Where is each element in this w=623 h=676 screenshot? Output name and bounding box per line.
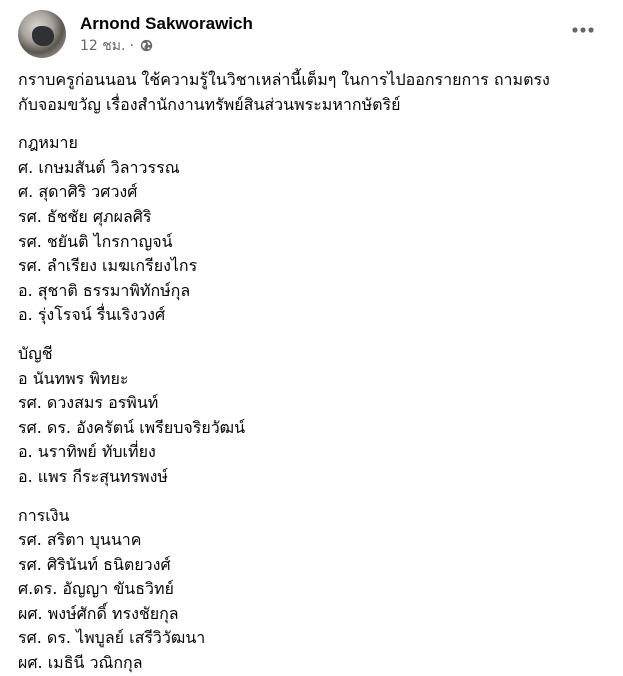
avatar[interactable]: [18, 10, 66, 58]
section-heading: กฎหมาย: [18, 133, 78, 153]
post-header: Arnond Sakworawich 12 ชม. ·: [18, 10, 253, 58]
more-dots-icon: [572, 27, 594, 33]
globe-icon[interactable]: [140, 39, 153, 52]
intro-line: กราบครูก่อนนอน ใช้ความรู้ในวิชาเหล่านี้เ…: [18, 70, 550, 89]
list-item: รศ. สริตา บุนนาค: [18, 530, 142, 550]
intro-line: กับจอมขวัญ เรื่องสำนักงานทรัพย์สินส่วนพร…: [18, 94, 401, 114]
list-item: อ. นราทิพย์ ทับเที่ยง: [18, 442, 156, 462]
list-item: รศ. ศิรินันท์ ธนิตยวงศ์: [18, 554, 171, 574]
separator-dot: ·: [129, 37, 134, 54]
list-item: รศ. ธัชชัย ศุภผลศิริ: [18, 206, 152, 226]
list-item: ศ. เกษมสันต์ วิลาวรรณ: [18, 157, 180, 177]
more-options-button[interactable]: [569, 20, 597, 40]
post-subline: 12 ชม. ·: [80, 37, 253, 55]
list-item: ผศ. พงษ์ศักดิ์ ทรงชัยกุล: [18, 603, 179, 623]
list-item: อ. สุชาติ ธรรมาพิทักษ์กุล: [18, 280, 191, 300]
post-intro: กราบครูก่อนนอน ใช้ความรู้ในวิชาเหล่านี้เ…: [18, 68, 608, 117]
list-item: อ. แพร กีระสุนทรพงษ์: [18, 466, 168, 486]
list-item: รศ. ลำเรียง เมฆเกรียงไกร: [18, 256, 198, 276]
post-body: กราบครูก่อนนอน ใช้ความรู้ในวิชาเหล่านี้เ…: [18, 68, 608, 676]
section-heading: บัญชี: [18, 343, 53, 363]
section-finance: การเงิน รศ. สริตา บุนนาค รศ. ศิรินันท์ ธ…: [18, 504, 608, 676]
section-law: กฎหมาย ศ. เกษมสันต์ วิลาวรรณ ศ. สุดาศิริ…: [18, 131, 608, 328]
list-item: ศ. สุดาศิริ วศวงศ์: [18, 182, 138, 202]
list-item: อ นันทพร พิทยะ: [18, 368, 129, 388]
list-item: อ. รุ่งโรจน์ รื่นเริงวงศ์: [18, 305, 166, 325]
section-heading: การเงิน: [18, 505, 70, 525]
list-item: ศ.ดร. อัญญา ขันธวิทย์: [18, 579, 174, 599]
list-item: รศ. ดร. ไพบูลย์ เสรีวิวัฒนา: [18, 628, 206, 648]
list-item: ผศ. เมธินี วณิกกุล: [18, 653, 143, 673]
post-meta: Arnond Sakworawich 12 ชม. ·: [80, 14, 253, 55]
author-name[interactable]: Arnond Sakworawich: [80, 14, 253, 34]
list-item: รศ. ดวงสมร อรพินท์: [18, 393, 159, 413]
list-item: รศ. ดร. อังครัตน์ เพรียบจริยวัฒน์: [18, 417, 246, 437]
post-time[interactable]: 12 ชม.: [80, 37, 125, 55]
section-accounting: บัญชี อ นันทพร พิทยะ รศ. ดวงสมร อรพินท์ …: [18, 342, 608, 490]
list-item: รศ. ชยันติ ไกรกาญจน์: [18, 231, 173, 251]
facebook-post: Arnond Sakworawich 12 ชม. · กราบครูก่อนน…: [0, 0, 623, 672]
